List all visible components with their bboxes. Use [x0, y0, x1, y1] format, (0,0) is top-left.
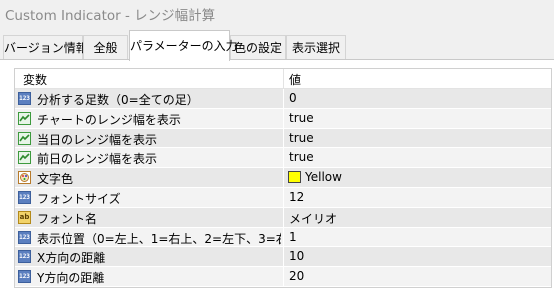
parameter-name: 分析する足数（0=全ての足）: [37, 93, 199, 107]
parameter-name: 当日のレンジ幅を表示: [37, 132, 158, 147]
parameter-row[interactable]: 123 Y方向の距離 20: [15, 267, 551, 287]
title-bar: Custom Indicator - レンジ幅計算: [0, 0, 554, 27]
parameters-panel: 変数 値 123 分析する足数（0=全ての足） 0 チャートのレンジ幅を表示 t…: [0, 59, 554, 305]
parameter-row[interactable]: 当日のレンジ幅を表示 true: [15, 128, 551, 149]
color-palette-icon: [18, 171, 31, 185]
color-swatch[interactable]: [288, 171, 301, 184]
parameters-grid: 変数 値 123 分析する足数（0=全ての足） 0 チャートのレンジ幅を表示 t…: [14, 68, 552, 288]
column-divider[interactable]: [283, 69, 284, 88]
parameter-row[interactable]: 文字色 Yellow: [15, 168, 551, 188]
header-variable: 変数: [23, 73, 48, 87]
integer-icon: 123: [18, 92, 31, 105]
parameter-name: チャートのレンジ幅を表示: [37, 112, 181, 127]
boolean-icon: [18, 151, 31, 165]
parameter-row[interactable]: 123 分析する足数（0=全ての足） 0: [15, 89, 551, 109]
column-divider: [283, 128, 284, 148]
parameter-name: X方向の距離: [37, 251, 106, 266]
parameter-value[interactable]: メイリオ: [289, 210, 337, 227]
column-divider: [283, 108, 284, 128]
header-value: 値: [289, 73, 302, 87]
parameter-name: Y方向の距離: [37, 271, 105, 286]
parameter-value[interactable]: 0: [289, 91, 297, 105]
column-divider: [283, 267, 284, 286]
column-divider: [283, 148, 284, 168]
parameter-value[interactable]: 12: [289, 190, 304, 204]
parameter-name: 文字色: [37, 172, 74, 187]
parameter-name: 表示位置（0=左上、1=右上、2=左下、3=右下）: [37, 231, 281, 246]
column-divider: [283, 89, 284, 108]
tab-parameters[interactable]: パラメーターの入力: [129, 30, 238, 61]
parameter-row[interactable]: 123 X方向の距離 10: [15, 247, 551, 268]
column-divider: [283, 227, 284, 247]
integer-icon: 123: [18, 190, 31, 204]
tab-general[interactable]: 全般: [83, 35, 128, 59]
string-icon: ab: [18, 210, 31, 224]
parameter-value[interactable]: Yellow: [305, 170, 342, 184]
parameter-name: 前日のレンジ幅を表示: [37, 152, 158, 167]
parameter-row[interactable]: ab フォント名 メイリオ: [15, 207, 551, 228]
column-divider: [283, 207, 284, 227]
tab-color-settings[interactable]: 色の設定: [230, 35, 286, 59]
boolean-icon: [18, 131, 31, 145]
tab-version-info[interactable]: バージョン情報: [3, 35, 88, 59]
parameter-value[interactable]: 10: [289, 249, 304, 263]
parameter-name: フォント名: [37, 211, 98, 226]
integer-icon: 123: [18, 250, 31, 264]
parameter-value[interactable]: true: [289, 131, 314, 145]
parameter-value[interactable]: true: [289, 150, 314, 164]
parameter-row[interactable]: 123 フォントサイズ 12: [15, 187, 551, 208]
parameter-name: フォントサイズ: [37, 191, 121, 206]
boolean-icon: [18, 111, 31, 125]
column-divider: [283, 187, 284, 207]
grid-header: 変数 値: [15, 69, 551, 89]
column-divider: [283, 168, 284, 187]
tab-display-select[interactable]: 表示選択: [286, 35, 346, 59]
parameter-row[interactable]: 123 表示位置（0=左上、1=右上、2=左下、3=右下） 1: [15, 227, 551, 248]
column-divider: [283, 247, 284, 267]
tab-strip: バージョン情報 全般 パラメーターの入力 色の設定 表示選択: [0, 27, 554, 61]
parameter-value[interactable]: 20: [289, 269, 304, 283]
parameter-row[interactable]: チャートのレンジ幅を表示 true: [15, 108, 551, 129]
window-title: Custom Indicator - レンジ幅計算: [5, 8, 216, 24]
parameter-value[interactable]: true: [289, 111, 314, 125]
parameter-value[interactable]: 1: [289, 230, 297, 244]
parameter-row[interactable]: 前日のレンジ幅を表示 true: [15, 148, 551, 169]
integer-icon: 123: [18, 230, 31, 244]
integer-icon: 123: [18, 270, 31, 284]
